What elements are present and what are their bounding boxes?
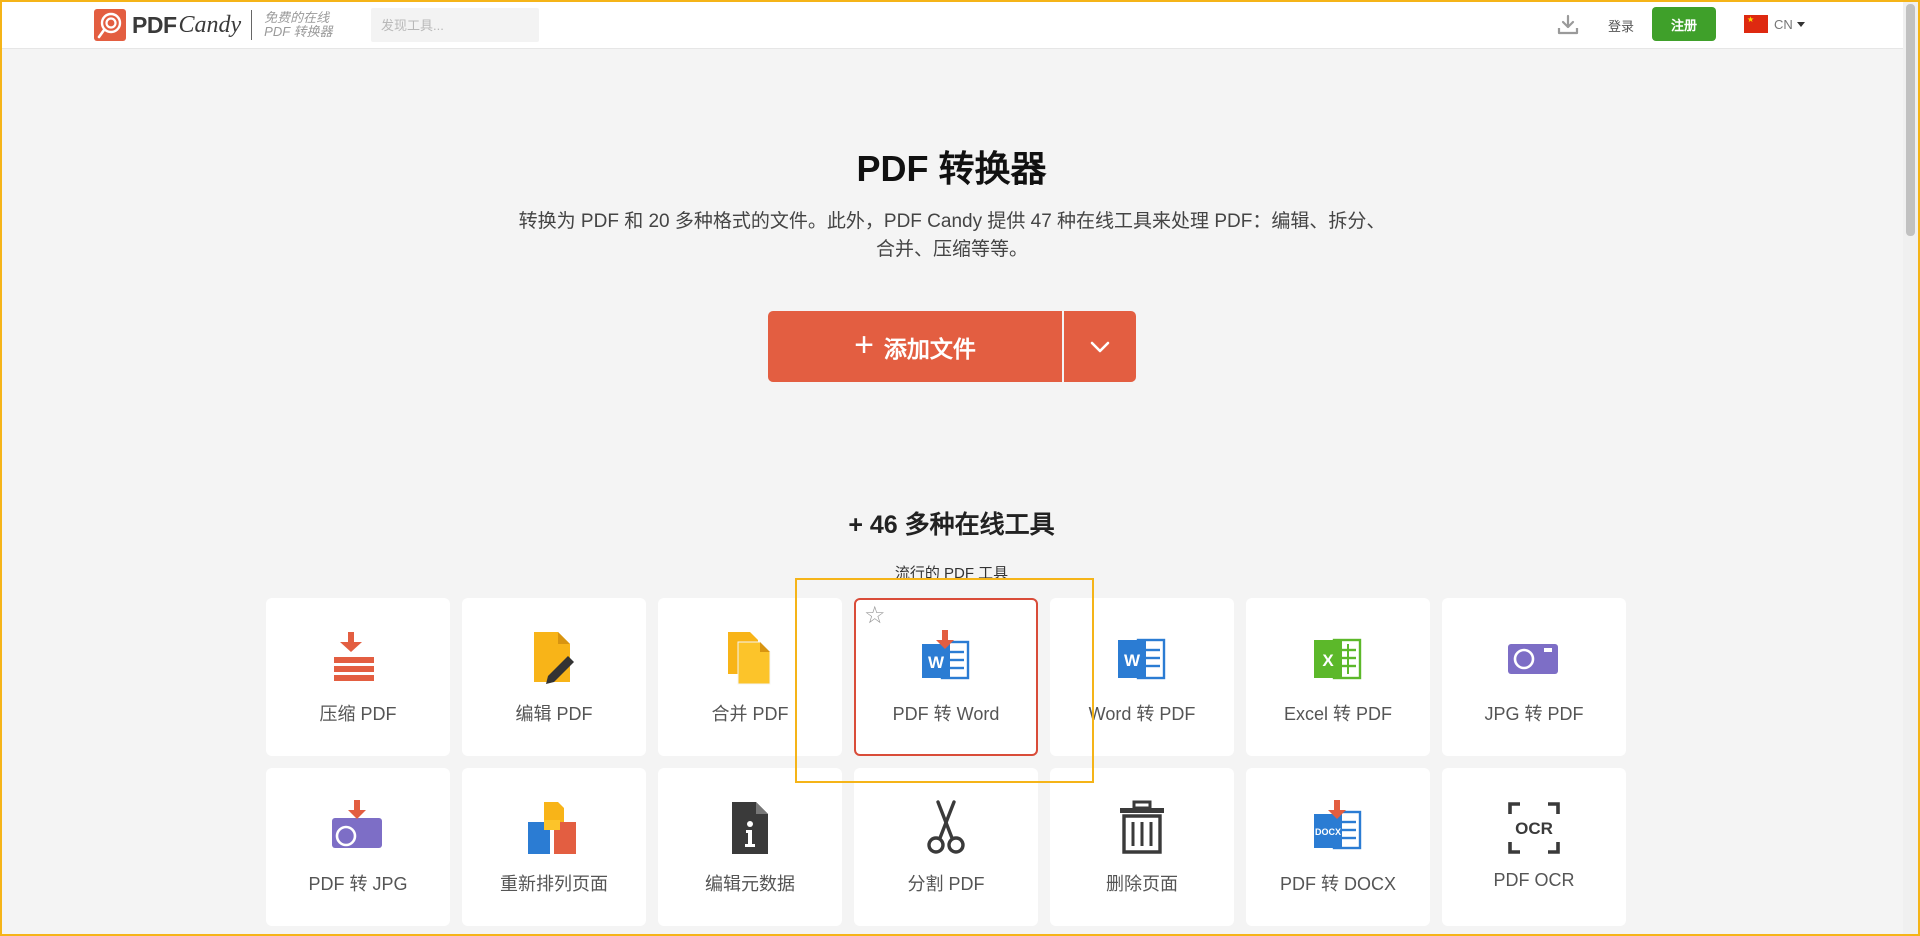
language-code: CN <box>1774 16 1793 32</box>
tool-card-pdf-ocr[interactable]: OCR PDF OCR <box>1442 768 1626 926</box>
page-subtitle-line2: 合并、压缩等等。 <box>875 239 1028 260</box>
language-selector[interactable]: CN <box>1744 15 1805 33</box>
tool-card-excel-to-pdf[interactable]: X Excel 转 PDF <box>1246 598 1430 756</box>
tool-label: JPG 转 PDF <box>1484 704 1584 724</box>
tool-card-compress-pdf[interactable]: 压缩 PDF <box>266 598 450 756</box>
download-icon[interactable] <box>1556 13 1580 37</box>
tool-label: Word 转 PDF <box>1088 704 1196 724</box>
edit-icon <box>534 632 574 684</box>
word-icon: W <box>1118 638 1166 680</box>
svg-text:W: W <box>1124 651 1141 670</box>
tools-grid: 压缩 PDF 编辑 PDF 合并 PDF ☆ W PDF 转 Word W Wo… <box>266 598 1626 926</box>
login-link[interactable]: 登录 <box>1608 16 1634 35</box>
tool-card-pdf-to-jpg[interactable]: PDF 转 JPG <box>266 768 450 926</box>
plus-icon: + <box>854 326 874 364</box>
pdf-to-jpg-icon <box>332 800 382 848</box>
logo-tagline: 免费的在线 PDF 转换器 <box>264 11 332 39</box>
tool-card-edit-metadata[interactable]: 编辑元数据 <box>658 768 842 926</box>
svg-text:OCR: OCR <box>1515 819 1553 838</box>
ocr-icon: OCR <box>1508 802 1560 854</box>
top-header: PDF Candy 免费的在线 PDF 转换器 登录 注册 CN <box>0 0 1903 49</box>
svg-text:DOCX: DOCX <box>1315 827 1341 837</box>
tool-card-delete-pages[interactable]: 删除页面 <box>1050 768 1234 926</box>
add-file-dropdown-button[interactable] <box>1064 311 1136 382</box>
logo-tagline-line2: PDF 转换器 <box>264 24 333 39</box>
merge-icon <box>728 632 771 685</box>
tool-card-word-to-pdf[interactable]: W Word 转 PDF <box>1050 598 1234 756</box>
metadata-icon <box>732 802 768 854</box>
tool-card-split-pdf[interactable]: 分割 PDF <box>854 768 1038 926</box>
star-icon[interactable]: ☆ <box>864 604 886 628</box>
page-subtitle-line1: 转换为 PDF 和 20 多种格式的文件。此外，PDF Candy 提供 47 … <box>518 211 1386 232</box>
tool-label: Excel 转 PDF <box>1283 704 1393 724</box>
chevron-down-icon <box>1090 341 1110 352</box>
tool-label: 分割 PDF <box>907 874 985 894</box>
tools-heading: + 46 多种在线工具 <box>848 511 1055 539</box>
tool-label: PDF 转 DOCX <box>1279 874 1396 894</box>
page-title: PDF 转换器 <box>856 148 1047 189</box>
tool-label: 重新排列页面 <box>500 874 608 894</box>
candy-logo-icon <box>94 9 126 41</box>
china-flag-icon <box>1744 15 1768 33</box>
pdf-to-word-icon: W <box>922 630 970 680</box>
logo-text-candy: Candy <box>178 11 242 38</box>
tool-label: PDF OCR <box>1493 870 1575 890</box>
compress-icon <box>334 632 374 681</box>
tool-label: 编辑 PDF <box>515 704 593 724</box>
tool-label: 删除页面 <box>1106 874 1178 894</box>
tool-label: 合并 PDF <box>711 704 789 724</box>
add-file-button[interactable]: + 添加文件 <box>768 311 1062 382</box>
logo-text-pdf: PDF <box>132 11 177 38</box>
logo-divider <box>251 10 253 40</box>
svg-text:X: X <box>1322 651 1334 670</box>
trash-icon <box>1120 800 1164 854</box>
logo[interactable]: PDF Candy 免费的在线 PDF 转换器 <box>94 8 333 42</box>
tool-card-pdf-to-docx[interactable]: DOCX PDF 转 DOCX <box>1246 768 1430 926</box>
tool-card-merge-pdf[interactable]: 合并 PDF <box>658 598 842 756</box>
search-tools-input[interactable] <box>371 8 539 42</box>
tool-card-pdf-to-word[interactable]: ☆ W PDF 转 Word <box>854 598 1038 756</box>
tools-subheading: 流行的 PDF 工具 <box>894 565 1009 582</box>
rearrange-icon <box>528 802 576 854</box>
page-subtitle: 转换为 PDF 和 20 多种格式的文件。此外，PDF Candy 提供 47 … <box>490 208 1414 264</box>
tool-label: PDF 转 JPG <box>308 874 408 894</box>
svg-text:W: W <box>928 653 945 672</box>
scissors-icon <box>927 800 965 854</box>
tool-label: PDF 转 Word <box>892 704 1000 724</box>
tool-card-jpg-to-pdf[interactable]: JPG 转 PDF <box>1442 598 1626 756</box>
excel-icon: X <box>1314 638 1362 680</box>
tool-card-rearrange-pages[interactable]: 重新排列页面 <box>462 768 646 926</box>
add-file-label: 添加文件 <box>883 335 976 362</box>
tool-label: 编辑元数据 <box>705 874 795 894</box>
camera-icon <box>1508 644 1558 674</box>
scrollbar-thumb[interactable] <box>1906 4 1915 236</box>
caret-down-icon <box>1796 21 1805 27</box>
tool-label: 压缩 PDF <box>319 704 397 724</box>
tool-card-edit-pdf[interactable]: 编辑 PDF <box>462 598 646 756</box>
signup-button[interactable]: 注册 <box>1652 7 1716 41</box>
logo-tagline-line1: 免费的在线 <box>264 10 330 25</box>
pdf-to-docx-icon: DOCX <box>1314 800 1362 850</box>
